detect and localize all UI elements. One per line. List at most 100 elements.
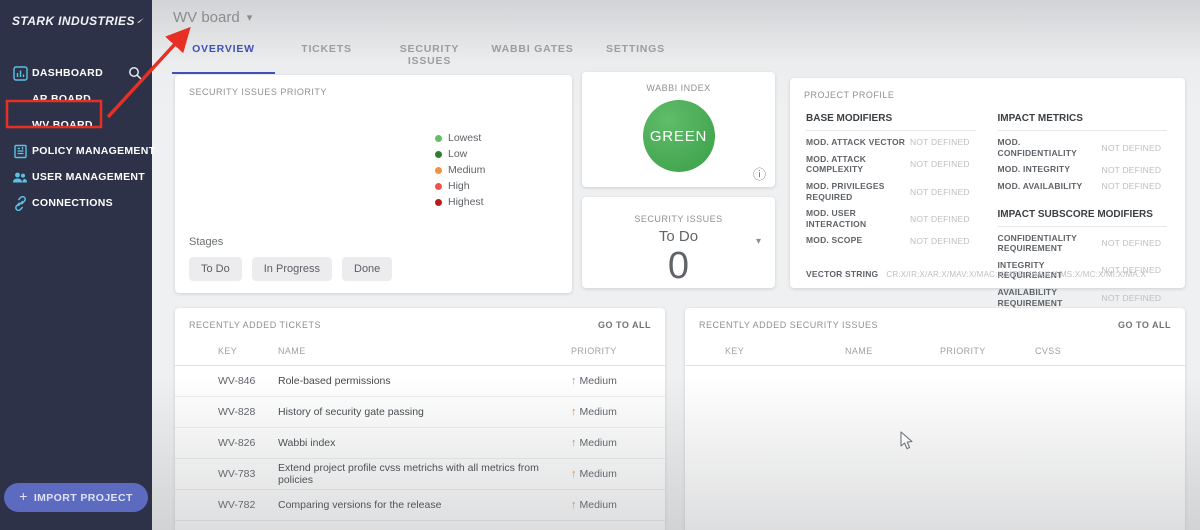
sidebar-item-dashboard[interactable]: DASHBOARD [0,60,152,86]
table-header-bar: RECENTLY ADDED TICKETS GO TO ALL [175,308,665,340]
status-filter-row: To Do [582,228,775,246]
ticket-name: Wabbi index [278,437,571,449]
priority-legend: Lowest Low Medium High Highest [435,132,485,212]
base-modifiers-rows: MOD. ATTACK VECTOR NOT DEFINED MOD. ATTA… [806,134,976,249]
recently-added-security-issues-card: RECENTLY ADDED SECURITY ISSUES GO TO ALL… [685,308,1185,530]
profile-row-value: NOT DEFINED [1102,293,1162,303]
go-to-all-link[interactable]: GO TO ALL [598,320,651,330]
tab-wabbi-gates[interactable]: WABBI GATES [481,34,584,74]
ticket-name: Comparing versions for the release [278,499,571,511]
profile-row-label: AVAILABILITY REQUIREMENT [998,287,1102,308]
security-issues-priority-card: SECURITY ISSUES PRIORITY Lowest Low Medi… [175,75,572,293]
table-row[interactable]: WV-783 Extend project profile cvss metri… [175,459,665,490]
table-row[interactable]: WV-781 Use Wabbi Governance in Azure pip… [175,521,665,530]
board-title-dropdown[interactable]: WV board [173,9,252,26]
profile-row: MOD. USER INTERACTION NOT DEFINED [806,205,976,232]
users-icon [8,171,32,184]
legend-item[interactable]: Medium [435,164,485,176]
legend-item[interactable]: High [435,180,485,192]
ticket-key: WV-782 [218,499,278,511]
profile-row: CONFIDENTIALITY REQUIREMENT NOT DEFINED [998,230,1168,257]
tab-security-issues[interactable]: SECURITY ISSUES [378,34,481,74]
table-row[interactable]: WV-826 Wabbi index Medium [175,428,665,459]
legend-dot-icon [435,135,442,142]
impact-metrics-rows: MOD. CONFIDENTIALITY NOT DEFINED MOD. IN… [998,134,1168,195]
stage-chip[interactable]: To Do [189,257,242,281]
profile-row: MOD. AVAILABILITY NOT DEFINED [998,178,1168,195]
ticket-name: Role-based permissions [278,375,571,387]
board-title: WV board [173,9,240,26]
legend-item[interactable]: Highest [435,196,485,208]
sidebar-item-label: POLICY MANAGEMENT [32,145,155,157]
impact-sections: IMPACT METRICS MOD. CONFIDENTIALITY NOT … [998,108,1168,311]
dashboard-icon [8,66,32,81]
sidebar-item-label: DASHBOARD [32,67,103,79]
tab-overview[interactable]: OVERVIEW [172,34,275,74]
ticket-key: WV-826 [218,437,278,449]
legend-label: Highest [448,196,484,208]
plus-icon [19,491,28,504]
legend-item[interactable]: Low [435,148,485,160]
profile-row: MOD. CONFIDENTIALITY NOT DEFINED [998,134,1168,161]
company-logo: STARK INDUSTRIES [0,0,152,34]
sidebar-item-user-management[interactable]: USER MANAGEMENT [0,164,152,190]
table-title: RECENTLY ADDED TICKETS [189,320,321,330]
chevron-down-icon[interactable] [756,231,761,249]
tab-settings[interactable]: SETTINGS [584,34,687,74]
profile-row-value: NOT DEFINED [910,236,970,246]
issues-column-headers: KEYNAMEPRIORITYCVSS [685,340,1185,366]
wabbi-index-card: WABBI INDEX GREEN [582,72,775,187]
profile-row: MOD. INTEGRITY NOT DEFINED [998,161,1168,178]
table-row[interactable]: WV-846 Role-based permissions Medium [175,366,665,397]
status-filter-dropdown[interactable]: To Do [659,228,698,245]
priority-up-icon [571,406,577,418]
vector-string-label: VECTOR STRING [806,269,878,279]
column-header: CVSS [1035,340,1171,365]
legend-label: Low [448,148,467,160]
table-row[interactable]: WV-828 History of security gate passing … [175,397,665,428]
ticket-key: WV-828 [218,406,278,418]
legend-label: Medium [448,164,485,176]
go-to-all-link[interactable]: GO TO ALL [1118,320,1171,330]
sidebar-item-wv-board[interactable]: WV BOARD [0,112,152,138]
sidebar-item-connections[interactable]: CONNECTIONS [0,190,152,216]
logo-swoosh-icon [137,14,144,27]
ticket-name: History of security gate passing [278,406,571,418]
table-row[interactable]: WV-782 Comparing versions for the releas… [175,490,665,521]
priority-up-icon [571,468,577,480]
priority-label: Medium [580,406,617,418]
card-title: WABBI INDEX [582,72,775,93]
profile-row: MOD. ATTACK COMPLEXITY NOT DEFINED [806,151,976,178]
profile-row-value: NOT DEFINED [1102,238,1162,248]
legend-label: Lowest [448,132,481,144]
import-project-label: IMPORT PROJECT [34,492,133,504]
stage-chip[interactable]: Done [342,257,392,281]
search-icon[interactable] [128,66,142,80]
profile-row-label: CONFIDENTIALITY REQUIREMENT [998,233,1102,254]
logo-text: STARK INDUSTRIES [12,14,135,28]
security-issues-count-card: SECURITY ISSUES To Do 0 [582,197,775,288]
ticket-priority: Medium [571,375,651,387]
column-header: PRIORITY [940,340,1035,365]
import-project-button[interactable]: IMPORT PROJECT [4,483,148,512]
issues-count: 0 [582,247,775,285]
column-header: KEY [725,340,845,365]
legend-item[interactable]: Lowest [435,132,485,144]
tab-tickets[interactable]: TICKETS [275,34,378,74]
ticket-name: Extend project profile cvss metrichs wit… [278,462,571,486]
recently-added-tickets-card: RECENTLY ADDED TICKETS GO TO ALL KEYNAME… [175,308,665,530]
sidebar-item-label: WV BOARD [32,119,93,131]
profile-row-label: MOD. CONFIDENTIALITY [998,137,1102,158]
legend-dot-icon [435,199,442,206]
sidebar-item-policy-management[interactable]: POLICY MANAGEMENT [0,138,152,164]
profile-row: MOD. ATTACK VECTOR NOT DEFINED [806,134,976,151]
stages-label: Stages [189,236,392,248]
profile-row-label: MOD. AVAILABILITY [998,181,1102,192]
info-icon[interactable] [753,164,766,183]
sidebar-item-ar-board[interactable]: AR BOARD [0,86,152,112]
board-header: WV board [152,0,1200,34]
profile-row-value: NOT DEFINED [1102,165,1162,175]
profile-row-value: NOT DEFINED [910,159,970,169]
priority-up-icon [571,499,577,511]
stage-chip[interactable]: In Progress [252,257,332,281]
